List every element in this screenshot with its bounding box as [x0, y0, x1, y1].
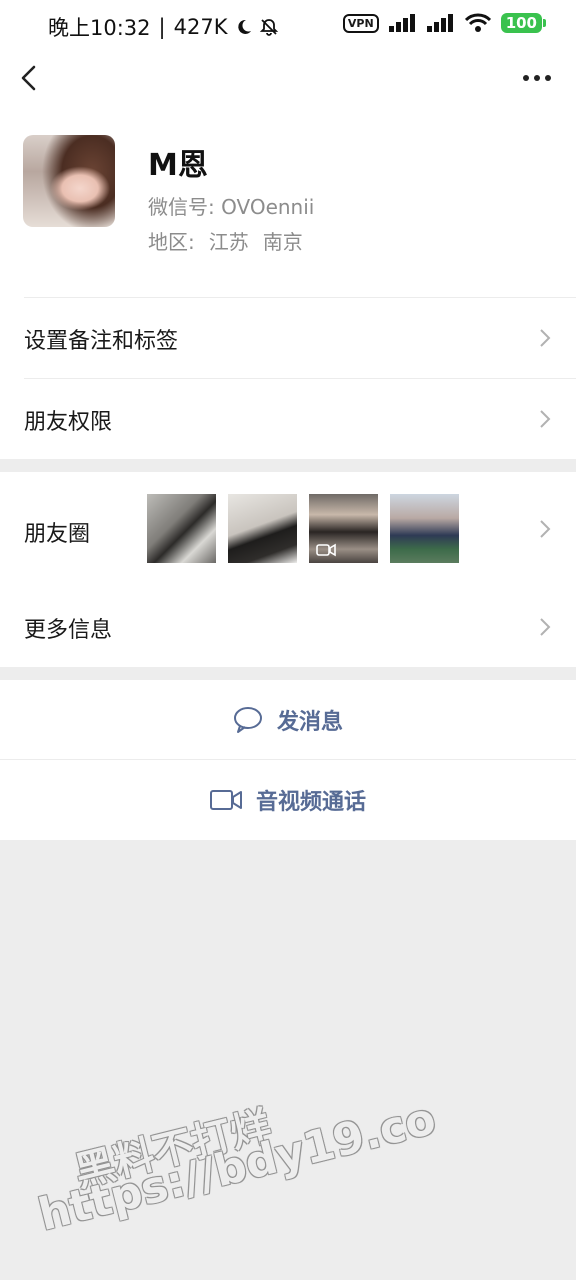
- moments-thumbnail: [147, 494, 216, 563]
- moments-label: 朋友圈: [24, 522, 91, 547]
- wechat-id-line: 微信号: OVOennii: [148, 191, 314, 220]
- chevron-left-icon[interactable]: [16, 62, 46, 94]
- send-message-label: 发消息: [276, 710, 343, 735]
- chevron-right-icon: [540, 410, 551, 428]
- friend-permissions-label: 朋友权限: [24, 410, 113, 435]
- status-bar: 晚上10:32 | 427K VPN 100: [0, 0, 576, 52]
- chevron-right-icon: [540, 520, 551, 538]
- moments-thumbnails: [147, 494, 459, 563]
- video-camera-icon: [209, 790, 242, 810]
- moon-icon: [238, 19, 252, 34]
- profile-name: M恩: [148, 148, 208, 183]
- video-icon: [316, 543, 336, 557]
- wifi-icon: [464, 13, 491, 32]
- region-label: 地区:: [148, 230, 195, 254]
- more-info-label: 更多信息: [24, 618, 113, 643]
- nav-bar: [0, 52, 576, 104]
- status-time: 晚上10:32: [48, 16, 151, 40]
- divider: [24, 297, 576, 298]
- wechat-id-label: 微信号:: [148, 195, 215, 219]
- video-call-label: 音视频通话: [255, 790, 366, 815]
- region-line: 地区: 江苏 南京: [148, 226, 303, 255]
- moments-thumbnail: [309, 494, 378, 563]
- status-separator: |: [158, 15, 166, 39]
- friend-permissions-row[interactable]: 朋友权限: [0, 378, 576, 459]
- region-city: 南京: [262, 230, 303, 254]
- chevron-right-icon: [540, 618, 551, 636]
- divider: [24, 378, 576, 379]
- battery-indicator: 100: [500, 13, 547, 33]
- network-speed: 427K: [173, 15, 228, 39]
- remark-tags-label: 设置备注和标签: [24, 329, 179, 354]
- wechat-id-value: OVOennii: [221, 195, 315, 219]
- bell-off-icon: [260, 19, 279, 36]
- more-info-row[interactable]: 更多信息: [0, 584, 576, 667]
- chevron-right-icon: [540, 329, 551, 347]
- status-right: VPN 100: [342, 13, 547, 33]
- moments-row[interactable]: 朋友圈: [0, 472, 576, 584]
- vpn-badge: VPN: [342, 13, 379, 33]
- send-message-button[interactable]: 发消息: [0, 680, 576, 760]
- video-call-button[interactable]: 音视频通话: [0, 760, 576, 840]
- signal-icon: [388, 14, 415, 32]
- region-province: 江苏: [208, 230, 249, 254]
- profile-header: M恩 微信号: OVOennii 地区: 江苏 南京: [0, 104, 576, 298]
- remark-tags-row[interactable]: 设置备注和标签: [0, 297, 576, 378]
- moments-thumbnail: [228, 494, 297, 563]
- more-dots-icon[interactable]: [522, 68, 552, 88]
- moments-thumbnail: [390, 494, 459, 563]
- status-left: 晚上10:32 | 427K: [48, 12, 279, 42]
- chat-bubble-icon: [233, 707, 262, 733]
- avatar[interactable]: [23, 135, 115, 227]
- signal-icon-2: [426, 14, 453, 32]
